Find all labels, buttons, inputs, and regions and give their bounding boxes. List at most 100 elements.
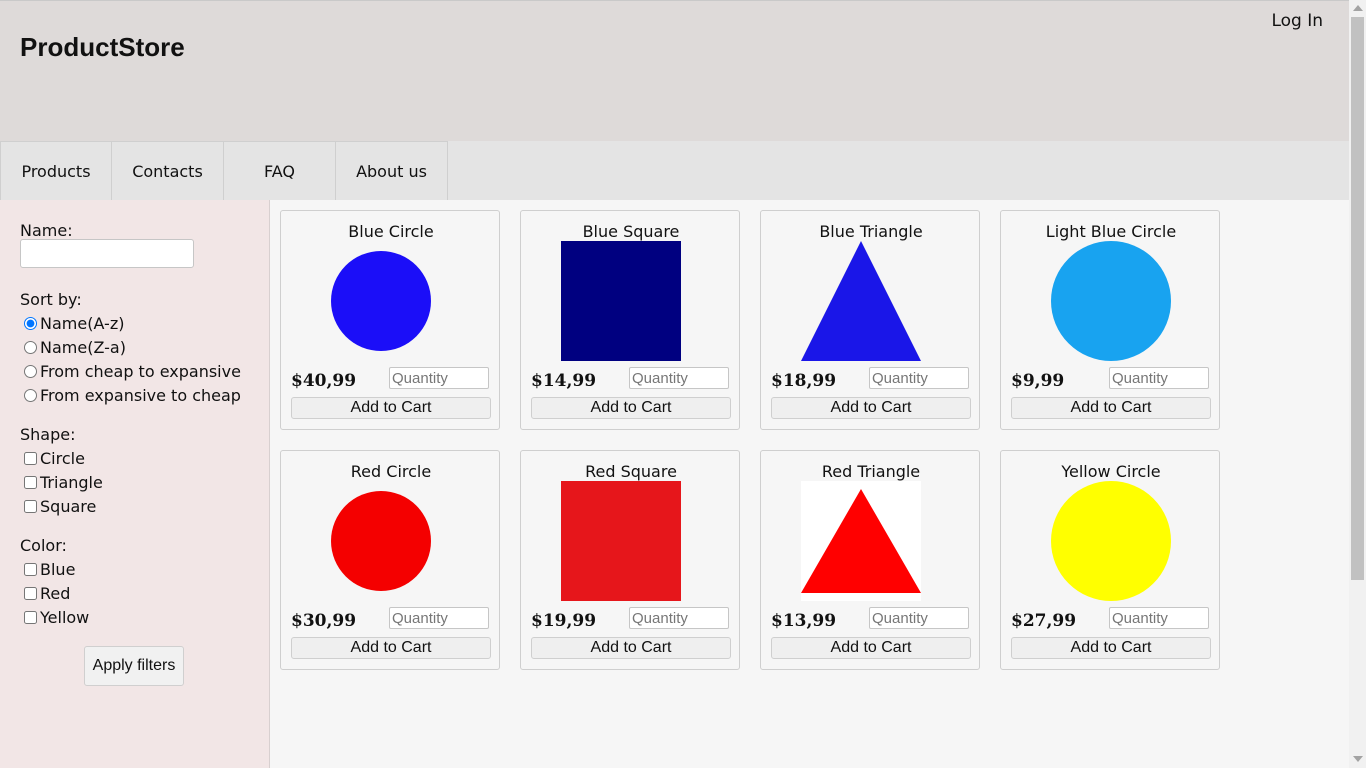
color-option-red[interactable]: Red: [24, 583, 70, 603]
quantity-input[interactable]: [629, 607, 729, 629]
shape-option-square[interactable]: Square: [24, 496, 96, 516]
main-nav: Products Contacts FAQ About us: [0, 141, 1349, 200]
apply-filters-button[interactable]: Apply filters: [84, 646, 184, 686]
product-card: Red Circle $30,99 Add to Cart: [280, 450, 500, 670]
product-price: $18,99: [771, 371, 837, 391]
color-red-checkbox[interactable]: [24, 586, 37, 600]
add-to-cart-button[interactable]: Add to Cart: [291, 397, 491, 419]
sort-option-label: From cheap to expansive: [40, 361, 241, 381]
shape-option-label: Square: [40, 496, 97, 516]
add-to-cart-button[interactable]: Add to Cart: [771, 397, 971, 419]
scroll-down-arrow-icon[interactable]: [1353, 756, 1363, 762]
scroll-up-arrow-icon[interactable]: [1353, 5, 1363, 11]
sort-option-label: Name(A-z): [40, 313, 125, 333]
product-price: $9,99: [1011, 371, 1065, 391]
quantity-input[interactable]: [629, 367, 729, 389]
add-to-cart-button[interactable]: Add to Cart: [531, 397, 731, 419]
product-name: Blue Square: [582, 222, 680, 241]
sort-name-az-radio[interactable]: [24, 316, 37, 330]
site-header: ProductStore Log In: [0, 0, 1349, 141]
shape-filter-label: Shape:: [20, 425, 76, 444]
shape-option-triangle[interactable]: Triangle: [24, 472, 103, 492]
shape-option-label: Triangle: [40, 472, 103, 492]
circle-shape: [331, 251, 431, 351]
shape-circle-checkbox[interactable]: [24, 451, 37, 465]
quantity-input[interactable]: [869, 367, 969, 389]
circle-shape: [1051, 241, 1171, 361]
quantity-input[interactable]: [1109, 607, 1209, 629]
scrollbar-thumb[interactable]: [1351, 17, 1364, 580]
circle-shape-icon: [331, 251, 431, 351]
shape-square-checkbox[interactable]: [24, 499, 37, 513]
product-image: [521, 481, 741, 601]
sort-option-expansive-to-cheap[interactable]: From expansive to cheap: [24, 385, 241, 405]
product-name: Yellow Circle: [1061, 462, 1161, 481]
sort-option-label: Name(Z-a): [40, 337, 126, 357]
add-to-cart-button[interactable]: Add to Cart: [771, 637, 971, 659]
triangle-shape: [801, 241, 921, 361]
shape-option-label: Circle: [40, 448, 85, 468]
color-option-yellow[interactable]: Yellow: [24, 607, 89, 627]
quantity-input[interactable]: [389, 607, 489, 629]
nav-item-contacts[interactable]: Contacts: [112, 141, 224, 200]
nav-item-about-us[interactable]: About us: [336, 141, 448, 200]
circle-shape-icon: [1051, 481, 1171, 601]
nav-item-faq[interactable]: FAQ: [224, 141, 336, 200]
product-image: [761, 241, 981, 361]
product-price: $14,99: [531, 371, 597, 391]
add-to-cart-button[interactable]: Add to Cart: [531, 637, 731, 659]
sort-option-name-az[interactable]: Name(A-z): [24, 313, 124, 333]
sort-name-za-radio[interactable]: [24, 340, 37, 354]
add-to-cart-button[interactable]: Add to Cart: [1011, 637, 1211, 659]
color-yellow-checkbox[interactable]: [24, 610, 37, 624]
product-name: Red Triangle: [821, 462, 921, 481]
square-shape-icon: [561, 481, 681, 601]
shape-option-circle[interactable]: Circle: [24, 448, 85, 468]
color-blue-checkbox[interactable]: [24, 562, 37, 576]
product-price: $27,99: [1011, 611, 1077, 631]
filter-sidebar: Name: Sort by: Name(A-z) Name(Z-a) From …: [0, 200, 270, 768]
product-name: Red Square: [585, 462, 677, 481]
shape-triangle-checkbox[interactable]: [24, 475, 37, 489]
product-image: [281, 241, 501, 361]
quantity-input[interactable]: [869, 607, 969, 629]
quantity-input[interactable]: [1109, 367, 1209, 389]
product-image: [281, 481, 501, 601]
sort-cheap-to-expansive-radio[interactable]: [24, 364, 37, 378]
product-image: [761, 481, 981, 601]
product-grid: Blue Circle $40,99 Add to Cart Blue Square $…: [280, 210, 1240, 680]
product-image: [1001, 241, 1221, 361]
product-name: Red Circle: [350, 462, 432, 481]
sort-by-label: Sort by:: [20, 290, 82, 309]
sort-option-cheap-to-expansive[interactable]: From cheap to expansive: [24, 361, 241, 381]
product-image: [521, 241, 741, 361]
nav-item-products[interactable]: Products: [0, 141, 112, 200]
product-name: Light Blue Circle: [1045, 222, 1177, 241]
product-card: Light Blue Circle $9,99 Add to Cart: [1000, 210, 1220, 430]
sort-option-label: From expansive to cheap: [40, 385, 241, 405]
square-shape-icon: [561, 241, 681, 361]
sort-expansive-to-cheap-radio[interactable]: [24, 388, 37, 402]
square-shape: [561, 481, 681, 601]
quantity-input[interactable]: [389, 367, 489, 389]
log-in-link[interactable]: Log In: [1271, 11, 1323, 31]
product-card: Blue Triangle $18,99 Add to Cart: [760, 210, 980, 430]
product-price: $13,99: [771, 611, 837, 631]
square-shape: [561, 241, 681, 361]
sort-option-name-za[interactable]: Name(Z-a): [24, 337, 126, 357]
circle-shape-icon: [331, 491, 431, 591]
product-card: Blue Square $14,99 Add to Cart: [520, 210, 740, 430]
circle-shape-icon: [1051, 241, 1171, 361]
name-filter-input[interactable]: [20, 239, 194, 268]
add-to-cart-button[interactable]: Add to Cart: [291, 637, 491, 659]
color-option-blue[interactable]: Blue: [24, 559, 75, 579]
add-to-cart-button[interactable]: Add to Cart: [1011, 397, 1211, 419]
color-option-label: Yellow: [40, 607, 90, 627]
product-card: Red Square $19,99 Add to Cart: [520, 450, 740, 670]
circle-shape: [1051, 481, 1171, 601]
brand-title: ProductStore: [20, 32, 185, 62]
product-card: Blue Circle $40,99 Add to Cart: [280, 210, 500, 430]
color-filter-label: Color:: [20, 536, 67, 555]
product-image: [1001, 481, 1221, 601]
product-card: Yellow Circle $27,99 Add to Cart: [1000, 450, 1220, 670]
